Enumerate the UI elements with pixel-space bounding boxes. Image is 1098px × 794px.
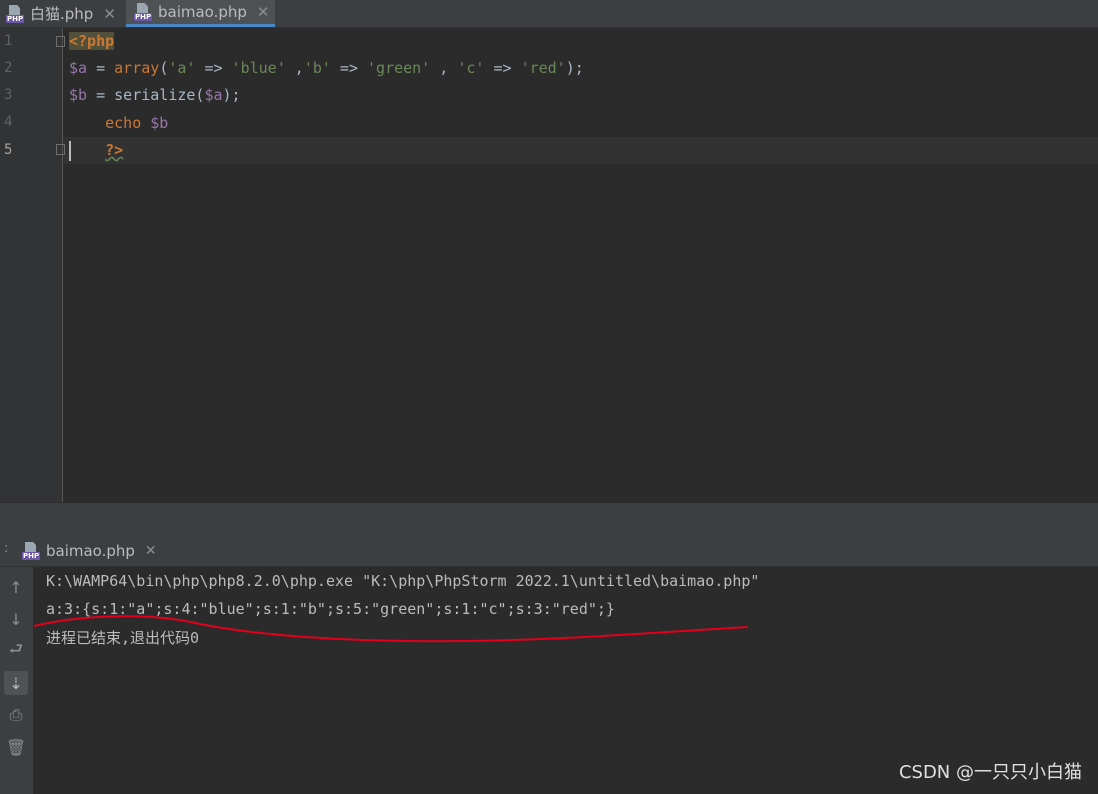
soft-wrap-icon[interactable]: ⮐ — [4, 639, 28, 663]
arrow-up-icon[interactable]: ↑ — [4, 575, 28, 599]
editor-tab-bar: PHP 白猫.php ✕ PHP baimao.php ✕ — [0, 0, 1098, 28]
console-output-line: a:3:{s:1:"a";s:4:"blue";s:1:"b";s:5:"gre… — [46, 600, 615, 618]
tab-label: 白猫.php — [30, 5, 94, 23]
run-toolbar: ↑ ↓ ⮐ ⇣ ⎙ 🗑 — [0, 567, 33, 794]
run-tool-header: : PHP baimao.php ✕ — [0, 535, 1098, 567]
tab-baimao[interactable]: PHP baimao.php ✕ — [126, 0, 275, 27]
text-caret — [69, 141, 71, 161]
trash-icon[interactable]: 🗑 — [4, 735, 28, 759]
code-line-2: $a = array('a' => 'blue' ,'b' => 'green'… — [69, 59, 584, 77]
fold-marker-icon[interactable] — [56, 36, 65, 47]
run-tab[interactable]: PHP baimao.php ✕ — [22, 535, 157, 566]
close-icon[interactable]: ✕ — [257, 3, 270, 21]
console-exit-line: 进程已结束,退出代码0 — [46, 629, 200, 647]
arrow-down-icon[interactable]: ↓ — [4, 607, 28, 631]
php-file-icon: PHP — [6, 4, 25, 23]
tab-baimao-cn[interactable]: PHP 白猫.php ✕ — [6, 0, 124, 27]
line-number: 2 — [4, 60, 13, 76]
run-label-icon: : — [4, 541, 9, 556]
line-number: 5 — [4, 142, 13, 158]
watermark: CSDN @一只只小白猫 — [898, 762, 1082, 783]
line-number: 4 — [4, 114, 13, 130]
code-line-5: ?> — [105, 141, 124, 159]
line-number: 1 — [4, 33, 13, 49]
close-icon[interactable]: ✕ — [103, 5, 116, 23]
line-number-gutter: 1 2 3 4 5 — [0, 28, 63, 502]
code-editor[interactable]: 1 2 3 4 5 <?php $a = array('a' => 'blue'… — [0, 28, 1098, 502]
line-number: 3 — [4, 87, 13, 103]
php-file-icon: PHP — [22, 541, 41, 560]
close-icon[interactable]: ✕ — [145, 543, 157, 559]
fold-marker-icon[interactable] — [56, 144, 65, 155]
run-tab-label: baimao.php — [46, 541, 135, 560]
console-command-line: K:\WAMP64\bin\php\php8.2.0\php.exe "K:\p… — [46, 572, 760, 590]
scroll-to-end-icon[interactable]: ⇣ — [4, 671, 28, 695]
code-line-3: $b = serialize($a); — [69, 86, 241, 104]
code-line-4: echo $b — [105, 114, 169, 132]
current-line-highlight — [63, 137, 1098, 164]
php-open-tag: <?php — [69, 32, 115, 50]
php-file-icon: PHP — [134, 3, 153, 21]
code-line-1: <?php — [69, 28, 115, 55]
print-icon[interactable]: ⎙ — [4, 703, 28, 727]
tab-label: baimao.php — [158, 3, 247, 21]
panel-separator[interactable] — [0, 502, 1098, 535]
